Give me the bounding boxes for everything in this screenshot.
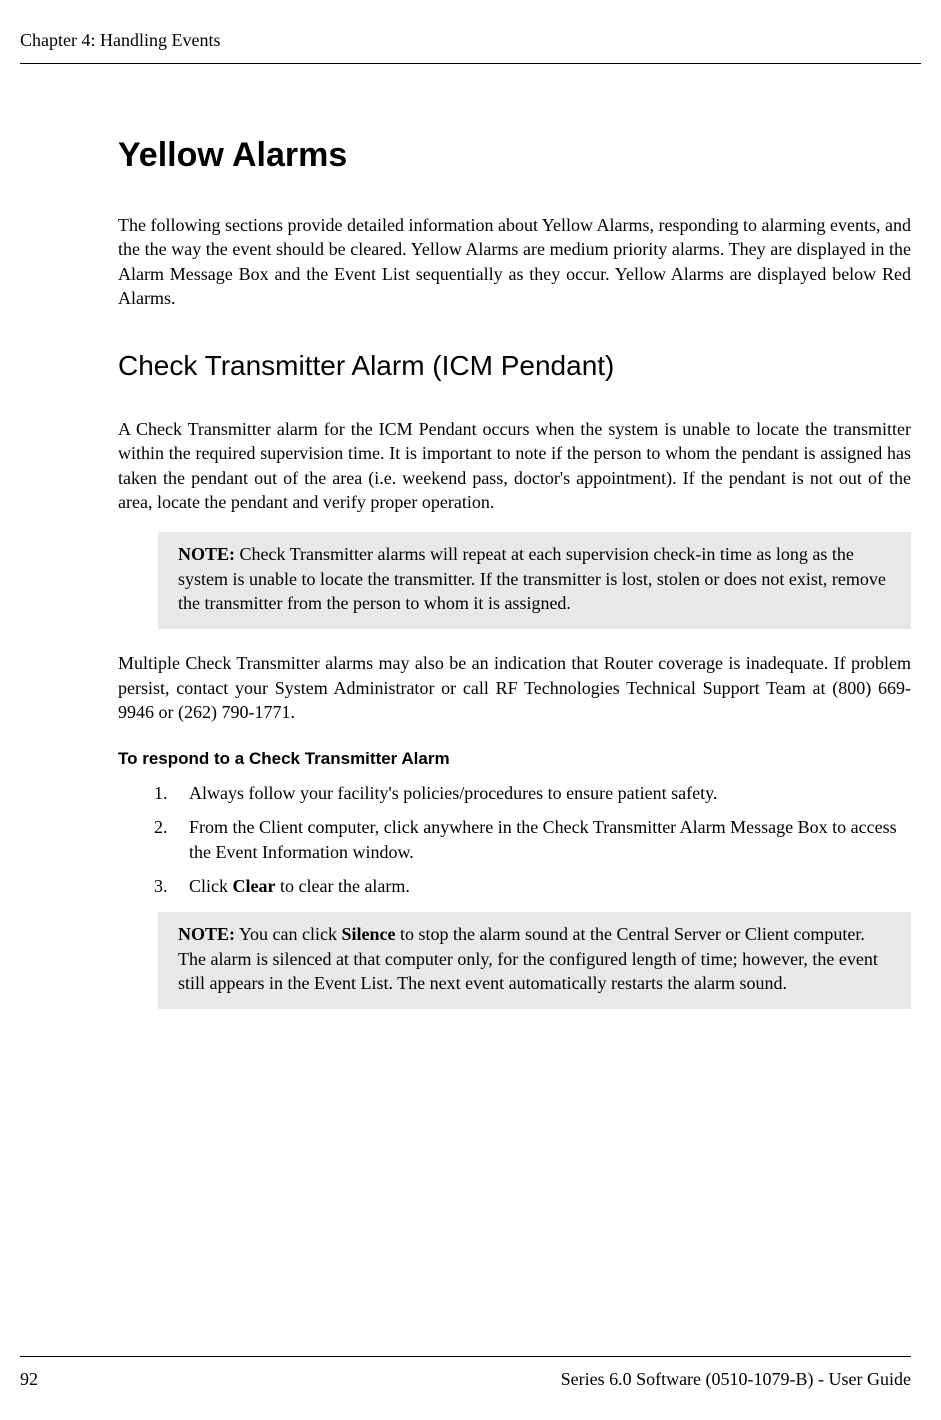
step-text: Always follow your facility's policies/p… — [189, 783, 717, 803]
footer-doc-title: Series 6.0 Software (0510-1079-B) - User… — [561, 1369, 911, 1390]
list-item: 3. Click Clear to clear the alarm. — [154, 874, 911, 898]
page-header: Chapter 4: Handling Events — [0, 0, 941, 64]
procedure-heading: To respond to a Check Transmitter Alarm — [118, 749, 911, 769]
note-box-2: NOTE: You can click Silence to stop the … — [158, 912, 911, 1009]
page-content: Yellow Alarms The following sections pro… — [0, 136, 941, 1009]
note-text: Check Transmitter alarms will repeat at … — [178, 544, 886, 613]
footer-divider — [20, 1356, 911, 1357]
note-label: NOTE: — [178, 924, 235, 944]
list-item: 2. From the Client computer, click anywh… — [154, 815, 911, 864]
step-text-pre: Click — [189, 876, 233, 896]
footer-row: 92 Series 6.0 Software (0510-1079-B) - U… — [20, 1369, 911, 1390]
chapter-title: Chapter 4: Handling Events — [20, 30, 921, 51]
step-number: 2. — [154, 815, 168, 839]
step-text: From the Client computer, click anywhere… — [189, 817, 897, 861]
note-box-1: NOTE: Check Transmitter alarms will repe… — [158, 532, 911, 629]
list-item: 1. Always follow your facility's policie… — [154, 781, 911, 805]
main-heading: Yellow Alarms — [118, 136, 911, 175]
step-text-bold: Clear — [233, 876, 276, 896]
section-heading: Check Transmitter Alarm (ICM Pendant) — [118, 350, 911, 382]
header-divider — [20, 63, 921, 64]
procedure-list: 1. Always follow your facility's policie… — [118, 781, 911, 898]
page-number: 92 — [20, 1369, 38, 1390]
note-label: NOTE: — [178, 544, 235, 564]
note-text-bold: Silence — [342, 924, 396, 944]
page-footer: 92 Series 6.0 Software (0510-1079-B) - U… — [20, 1356, 911, 1390]
note-text-pre: You can click — [235, 924, 342, 944]
step-text-post: to clear the alarm. — [275, 876, 409, 896]
step-number: 1. — [154, 781, 168, 805]
section-paragraph-1: A Check Transmitter alarm for the ICM Pe… — [118, 417, 911, 514]
intro-paragraph: The following sections provide detailed … — [118, 213, 911, 310]
step-number: 3. — [154, 874, 168, 898]
section-paragraph-2: Multiple Check Transmitter alarms may al… — [118, 651, 911, 724]
